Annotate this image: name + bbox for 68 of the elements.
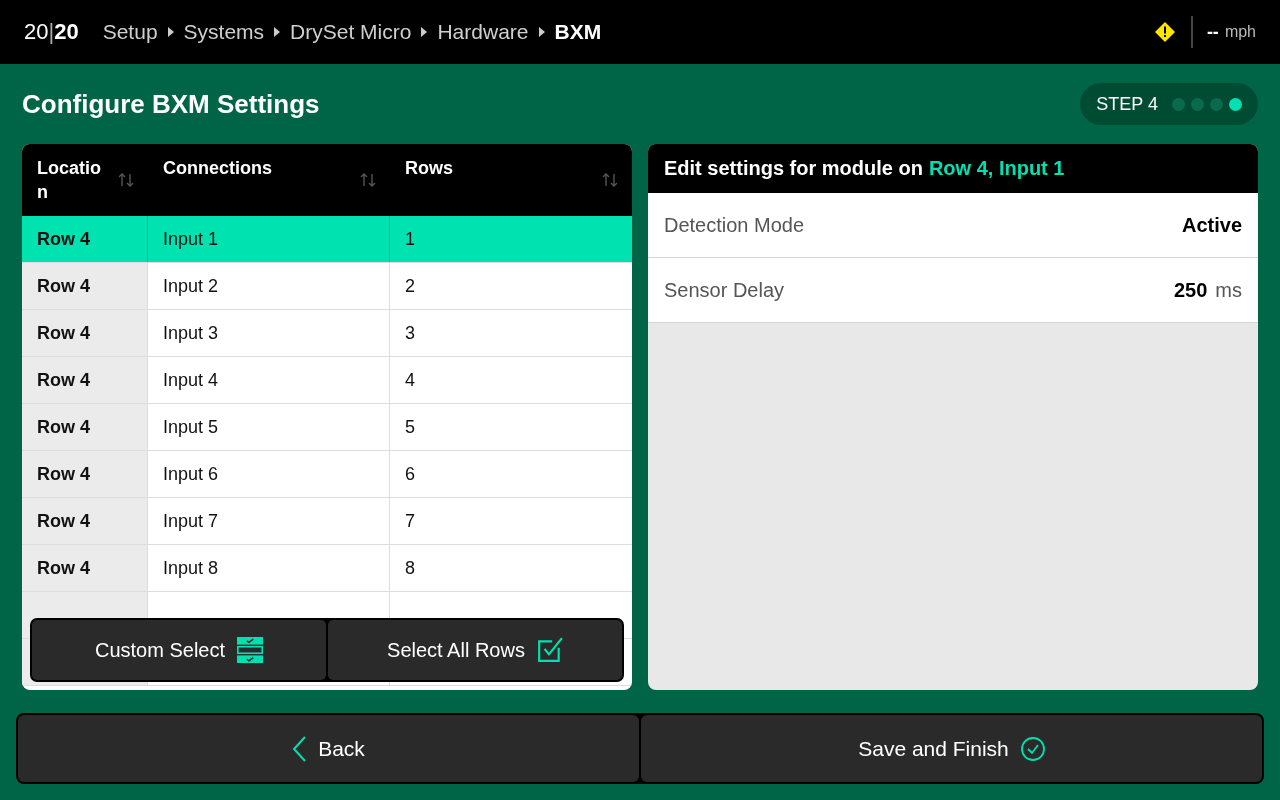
- setting-row[interactable]: Sensor Delay 250 ms: [648, 258, 1258, 323]
- breadcrumb-item[interactable]: Setup: [102, 20, 158, 44]
- back-button[interactable]: Back: [18, 715, 639, 782]
- table-cell: Row 4: [22, 498, 148, 544]
- settings-heading: Edit settings for module on Row 4, Input 1: [648, 144, 1258, 193]
- setting-label: Sensor Delay: [664, 278, 785, 302]
- table-cell: Row 4: [22, 545, 148, 591]
- save-button[interactable]: Save and Finish: [641, 715, 1262, 782]
- breadcrumb-item: BXM: [554, 20, 602, 44]
- breadcrumb-item[interactable]: Systems: [183, 20, 265, 44]
- table-cell: Input 4: [148, 357, 390, 403]
- table-cell: Row 4: [22, 404, 148, 450]
- table-cell: Input 7: [148, 498, 390, 544]
- table-cell: 1: [390, 216, 632, 262]
- table-cell: Input 8: [148, 545, 390, 591]
- setting-row[interactable]: Detection Mode Active: [648, 193, 1258, 258]
- table-cell-text: 3: [404, 321, 416, 345]
- setting-unit: ms: [1215, 278, 1242, 302]
- column-header[interactable]: Connections: [148, 144, 390, 216]
- back-chevron-icon: [292, 735, 307, 762]
- table-cell-text: 5: [404, 415, 416, 439]
- setting-label: Detection Mode: [664, 213, 805, 237]
- caret-icon: [421, 27, 428, 37]
- page-title: Configure BXM Settings: [22, 88, 320, 120]
- table-row[interactable]: Row 4 Input 7 7: [22, 498, 632, 545]
- table-row[interactable]: Row 4 Input 3 3: [22, 310, 632, 357]
- custom-select-button[interactable]: Custom Select: [32, 620, 326, 680]
- column-header[interactable]: Rows: [390, 144, 632, 216]
- table-cell: Row 4: [22, 310, 148, 356]
- breadcrumb-item[interactable]: Hardware: [437, 20, 529, 44]
- table-cell: Input 3: [148, 310, 390, 356]
- setting-value: Active: [1181, 213, 1242, 237]
- table-cell-text: 2: [404, 274, 416, 298]
- table-cell: Input 2: [148, 263, 390, 309]
- breadcrumb-item[interactable]: DrySet Micro: [290, 20, 412, 44]
- list-check-icon: [237, 637, 264, 663]
- caret-icon: [274, 27, 281, 37]
- checkbox-icon: [536, 637, 563, 663]
- speed-value: --: [1206, 21, 1219, 43]
- table-cell: Input 5: [148, 404, 390, 450]
- step-label: STEP 4: [1096, 93, 1158, 115]
- table-row[interactable]: Row 4 Input 4 4: [22, 357, 632, 404]
- table-cell-text: 4: [404, 368, 416, 392]
- logo: 20|20: [24, 19, 79, 45]
- table-cell-text: 7: [404, 509, 416, 533]
- setting-value: 250: [1173, 278, 1208, 302]
- speed-unit: mph: [1224, 23, 1256, 41]
- table-cell: Input 6: [148, 451, 390, 497]
- sort-icon: [602, 172, 618, 188]
- table-row[interactable]: Row 4 Input 2 2: [22, 263, 632, 310]
- table-cell-text: 6: [404, 462, 416, 486]
- check-circle-icon: [1020, 736, 1045, 761]
- caret-icon: [538, 27, 545, 37]
- table-cell-text: 8: [404, 556, 416, 580]
- sort-icon: [118, 172, 134, 188]
- table-row[interactable]: Row 4 Input 6 6: [22, 451, 632, 498]
- select-all-button[interactable]: Select All Rows: [328, 620, 622, 680]
- table-cell: Row 4: [22, 263, 148, 309]
- table-cell: Row 4: [22, 357, 148, 403]
- table-cell: Row 4: [22, 451, 148, 497]
- table-cell: Input 1: [148, 216, 390, 262]
- table-cell: Row 4: [22, 216, 148, 262]
- table-row[interactable]: Row 4 Input 8 8: [22, 545, 632, 592]
- table-row[interactable]: Row 4 Input 5 5: [22, 404, 632, 451]
- column-header[interactable]: Location: [22, 144, 148, 216]
- sort-icon: [360, 172, 376, 188]
- caret-icon: [167, 27, 174, 37]
- table-row[interactable]: Row 4 Input 1 1: [22, 216, 632, 263]
